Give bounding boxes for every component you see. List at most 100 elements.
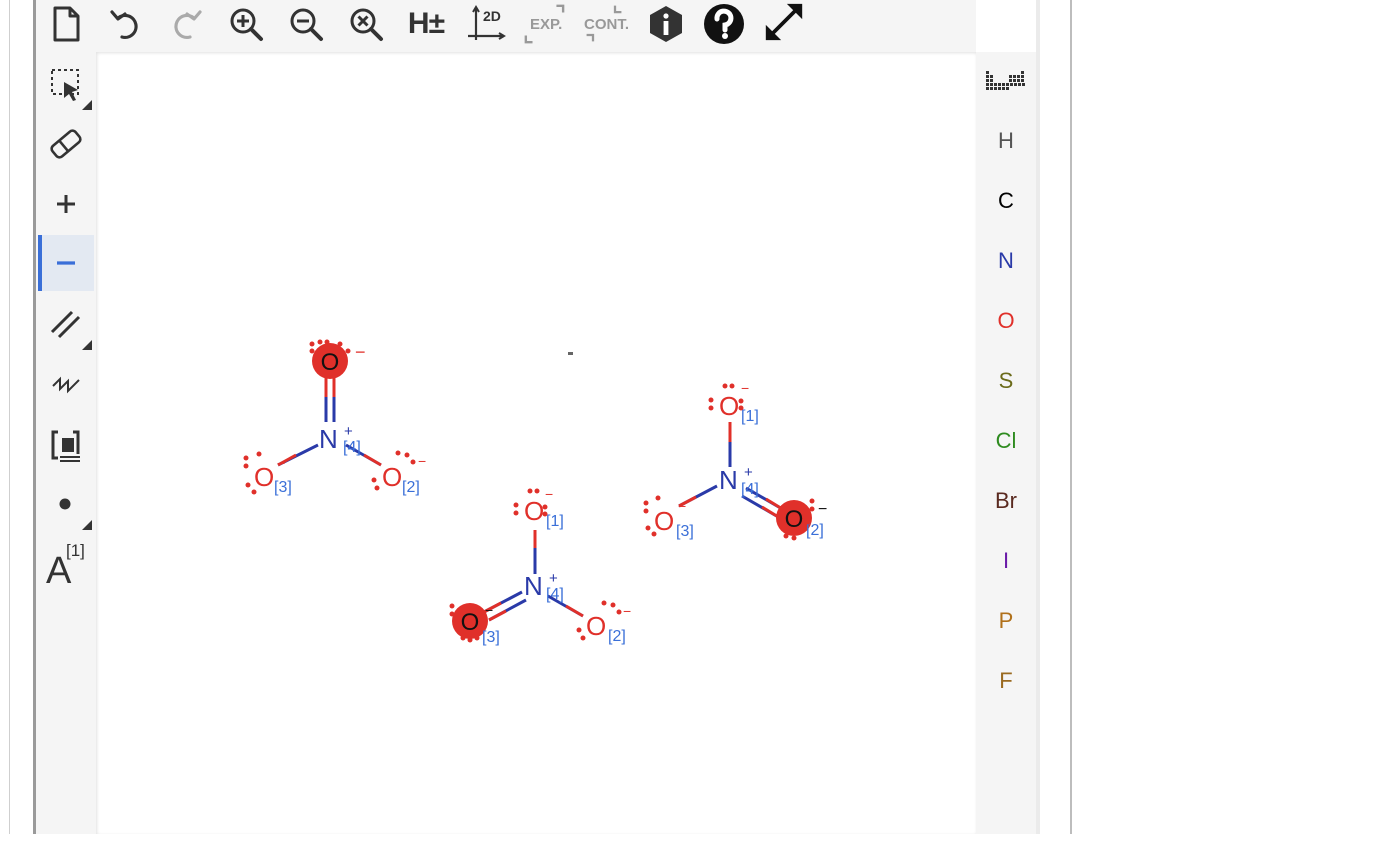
zoom-out-button[interactable]: [284, 2, 328, 46]
atom-n: N: [719, 465, 738, 495]
zoom-out-icon: [290, 8, 323, 41]
info-button[interactable]: [644, 2, 688, 46]
help-button[interactable]: [702, 2, 746, 46]
atom-palette-edge: [1036, 0, 1040, 834]
chain-tool[interactable]: [38, 356, 94, 412]
charge-minus: −: [741, 380, 749, 396]
radical-tool-submenu-indicator: [82, 520, 92, 530]
map-number: [4]: [546, 586, 564, 603]
expand-label: EXP.: [530, 16, 563, 33]
atom-o-left: O: [461, 609, 480, 636]
new-document-icon: [53, 6, 80, 42]
charge-minus: −: [678, 498, 686, 514]
atom-n: N: [319, 424, 338, 454]
redo-button[interactable]: [164, 2, 208, 46]
atom-o-right: O: [586, 611, 606, 641]
periodic-table-icon: [986, 71, 1025, 90]
nitrate-molecule-1[interactable]: O − N + [4] O [3] − O [2] −: [243, 339, 427, 497]
atom-o-top: O: [719, 391, 739, 421]
atom-button-p[interactable]: P: [976, 599, 1036, 643]
help-icon: [704, 4, 744, 44]
atom-o-right: O: [785, 506, 804, 533]
map-number: [4]: [741, 481, 759, 498]
atom-button-cl[interactable]: Cl: [976, 419, 1036, 463]
outer-border-right: [1070, 0, 1072, 834]
charge-plus: +: [549, 570, 558, 587]
charge-minus: −: [355, 342, 366, 362]
plus-icon: [57, 195, 75, 213]
new-document-button[interactable]: [44, 2, 88, 46]
bond-tool[interactable]: [38, 296, 94, 352]
charge-plus: +: [744, 464, 753, 481]
atom-button-c[interactable]: C: [976, 179, 1036, 223]
zoom-reset-button[interactable]: [344, 2, 388, 46]
atom-map-tool[interactable]: A [1]: [38, 536, 94, 592]
atom-o-left: O: [254, 462, 274, 492]
hydrogen-toggle-button[interactable]: H±: [404, 2, 448, 46]
bond-single-right-red: [565, 604, 584, 618]
radical-tool[interactable]: [38, 476, 94, 532]
eraser-icon: [50, 129, 82, 159]
atom-button-s[interactable]: S: [976, 359, 1036, 403]
atom-n: N: [524, 571, 543, 601]
atom-map-index: [1]: [66, 541, 85, 560]
fullscreen-icon: [765, 3, 803, 41]
bracket-icon: [51, 430, 80, 462]
outer-border-left: [9, 0, 10, 834]
map-number: [2]: [402, 479, 420, 496]
charge-minus: −: [277, 455, 285, 471]
zoom-reset-icon: [350, 8, 383, 41]
bond-tool-submenu-indicator: [82, 340, 92, 350]
charge-minus: −: [818, 501, 827, 518]
atom-button-n[interactable]: N: [976, 239, 1036, 283]
map-number: [3]: [274, 479, 292, 496]
charge-plus-tool[interactable]: [38, 176, 94, 232]
charge-minus: −: [485, 602, 493, 618]
select-tool-submenu-indicator: [82, 100, 92, 110]
zoom-in-button[interactable]: [224, 2, 268, 46]
atom-o-left: O: [654, 506, 674, 536]
clean-2d-label: 2D: [483, 8, 501, 24]
atom-o-top: O: [321, 349, 340, 376]
charge-minus: −: [623, 603, 631, 619]
radical-dot-icon: [59, 498, 71, 510]
map-number: [1]: [741, 408, 759, 425]
map-number: [2]: [806, 522, 824, 539]
map-number: [3]: [676, 523, 694, 540]
info-icon: [650, 6, 682, 42]
contract-button[interactable]: CONT.: [582, 2, 629, 46]
undo-icon: [110, 10, 138, 40]
clean-2d-button[interactable]: 2D: [464, 2, 508, 46]
expand-button[interactable]: EXP.: [522, 2, 566, 46]
eraser-tool[interactable]: [38, 116, 94, 172]
atom-button-f[interactable]: F: [976, 659, 1036, 703]
nitrate-molecule-2[interactable]: O [1] − N + [4] O [3] − O [2] −: [449, 486, 632, 646]
atom-button-h[interactable]: H: [976, 119, 1036, 163]
map-number: [2]: [608, 628, 626, 645]
zoom-in-icon: [230, 8, 263, 41]
contract-label: CONT.: [584, 16, 629, 33]
charge-minus-tool[interactable]: [38, 235, 94, 291]
canvas-dot: [568, 352, 573, 355]
molecule-drawing: O − N + [4] O [3] − O [2] − O [1] − N + …: [243, 339, 828, 646]
atom-button-br[interactable]: Br: [976, 479, 1036, 523]
periodic-table-button[interactable]: [976, 60, 1036, 104]
atom-button-i[interactable]: I: [976, 539, 1036, 583]
double-bond-icon: [50, 310, 81, 339]
hydrogen-toggle-label: H±: [407, 7, 445, 40]
select-rectangle-icon: [51, 69, 79, 101]
charge-plus: +: [344, 423, 353, 440]
bond-single-right-red: [363, 453, 382, 467]
rgroup-tool[interactable]: [38, 416, 94, 472]
atom-button-o[interactable]: O: [976, 299, 1036, 343]
charge-minus: −: [418, 453, 426, 469]
charge-minus: −: [545, 486, 553, 502]
map-number: [4]: [343, 439, 361, 456]
select-tool[interactable]: [38, 56, 94, 112]
nitrate-molecule-3[interactable]: O [1] − N + [4] O [3] − O [2] −: [643, 380, 828, 541]
map-number: [1]: [546, 513, 564, 530]
chain-icon: [52, 376, 80, 394]
undo-button[interactable]: [104, 2, 148, 46]
atom-o-top: O: [524, 496, 544, 526]
fullscreen-button[interactable]: [762, 0, 806, 44]
